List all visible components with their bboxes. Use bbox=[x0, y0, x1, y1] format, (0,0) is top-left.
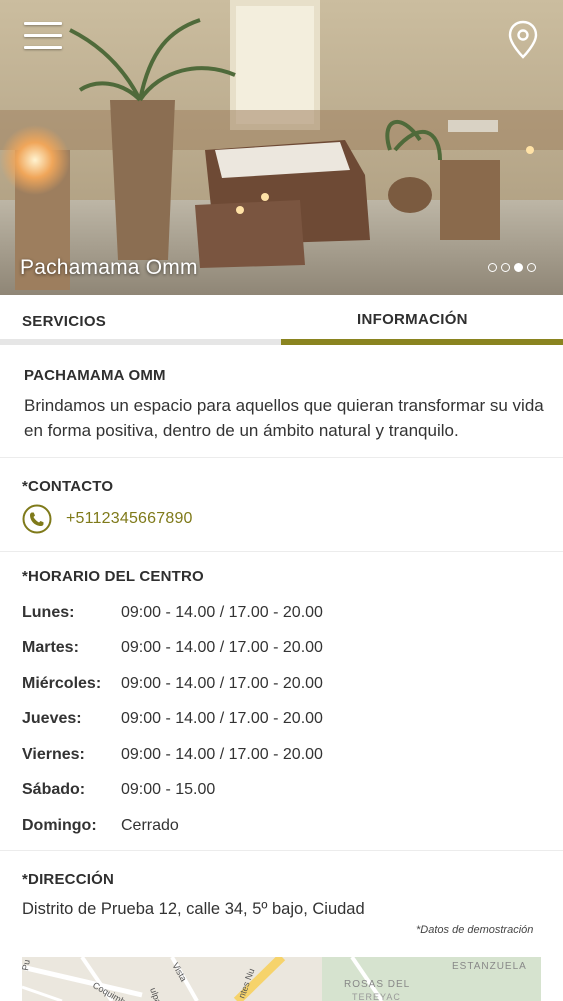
phone-icon bbox=[22, 504, 52, 534]
hero-banner: Pachamama Omm bbox=[0, 0, 563, 295]
hamburger-icon-line bbox=[24, 46, 62, 49]
spa-room-photo bbox=[0, 0, 563, 295]
tab-informacion[interactable]: INFORMACIÓN bbox=[281, 295, 563, 345]
tab-label: SERVICIOS bbox=[22, 313, 107, 330]
tab-label: INFORMACIÓN bbox=[357, 311, 468, 328]
hours-day: Sábado: bbox=[22, 781, 86, 798]
map-label: ESTANZUELA bbox=[452, 961, 527, 972]
hours-time: 09:00 - 14.00 / 17.00 - 20.00 bbox=[121, 710, 323, 727]
tab-bar: SERVICIOS INFORMACIÓN bbox=[0, 295, 563, 345]
hours-day: Miércoles: bbox=[22, 675, 102, 692]
hours-time: 09:00 - 14.00 / 17.00 - 20.00 bbox=[121, 604, 323, 621]
hamburger-icon-line bbox=[24, 22, 62, 25]
map-pin-icon bbox=[508, 20, 538, 59]
hours-day: Jueves: bbox=[22, 710, 82, 727]
hamburger-icon-line bbox=[24, 34, 62, 37]
demo-data-note: *Datos de demostración bbox=[416, 924, 534, 936]
map-image: ESTANZUELA ROSAS DEL TEREYAC Coquimbo Vi… bbox=[22, 957, 541, 1001]
hours-title: *HORARIO DEL CENTRO bbox=[22, 568, 204, 585]
hours-time: 09:00 - 14.00 / 17.00 - 20.00 bbox=[121, 746, 323, 763]
carousel-dot[interactable] bbox=[527, 263, 536, 272]
hours-time: 09:00 - 15.00 bbox=[121, 781, 216, 798]
about-section: PACHAMAMA OMM Brindamos un espacio para … bbox=[0, 345, 563, 458]
contact-section: *CONTACTO +5112345667890 bbox=[0, 458, 563, 552]
address-title: *DIRECCIÓN bbox=[22, 871, 115, 888]
carousel-dot[interactable] bbox=[488, 263, 497, 272]
hero-title: Pachamama Omm bbox=[20, 256, 198, 279]
carousel-dot-active[interactable] bbox=[514, 263, 523, 272]
hours-time: 09:00 - 14.00 / 17.00 - 20.00 bbox=[121, 639, 323, 656]
hours-time: Cerrado bbox=[121, 817, 179, 834]
hours-day: Viernes: bbox=[22, 746, 85, 763]
phone-link[interactable]: +5112345667890 bbox=[22, 504, 193, 534]
address-text: Distrito de Prueba 12, calle 34, 5º bajo… bbox=[22, 900, 365, 918]
contact-title: *CONTACTO bbox=[22, 478, 114, 495]
hours-day: Lunes: bbox=[22, 604, 75, 621]
address-section: *DIRECCIÓN Distrito de Prueba 12, calle … bbox=[0, 851, 563, 1001]
hours-day: Martes: bbox=[22, 639, 79, 656]
carousel-dot[interactable] bbox=[501, 263, 510, 272]
hours-time: 09:00 - 14.00 / 17.00 - 20.00 bbox=[121, 675, 323, 692]
menu-button[interactable] bbox=[24, 20, 64, 52]
location-button[interactable] bbox=[506, 20, 540, 60]
phone-number: +5112345667890 bbox=[66, 510, 193, 527]
tab-servicios[interactable]: SERVICIOS bbox=[0, 295, 281, 345]
address-map[interactable]: ESTANZUELA ROSAS DEL TEREYAC Coquimbo Vi… bbox=[22, 957, 541, 1001]
carousel-indicators[interactable] bbox=[488, 263, 536, 275]
map-label: ROSAS DEL bbox=[344, 979, 410, 990]
about-text: Brindamos un espacio para aquellos que q… bbox=[24, 396, 544, 440]
hours-day: Domingo: bbox=[22, 817, 97, 834]
hours-section: *HORARIO DEL CENTRO Lunes: 09:00 - 14.00… bbox=[0, 552, 563, 851]
about-title: PACHAMAMA OMM bbox=[24, 367, 166, 384]
